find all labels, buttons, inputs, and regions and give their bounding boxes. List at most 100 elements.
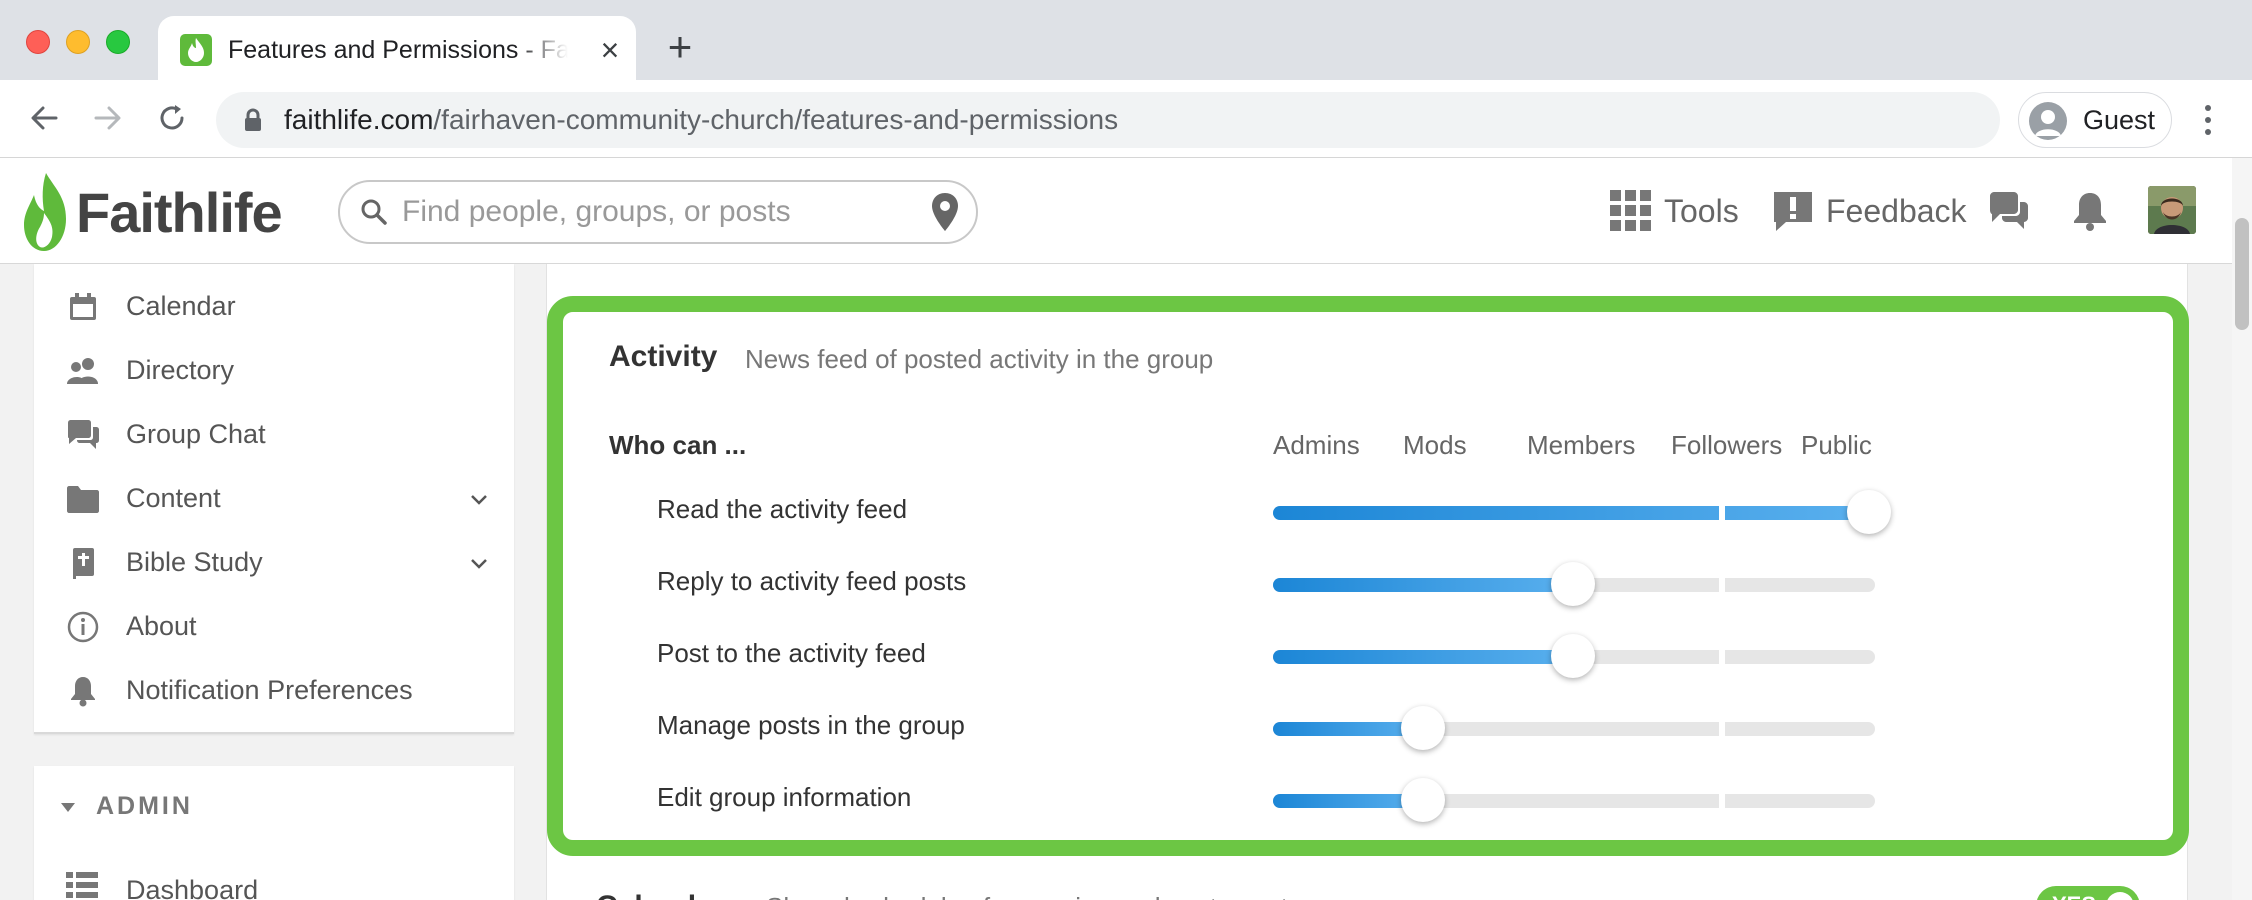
column-header-members: Members (1527, 430, 1636, 460)
profile-button[interactable]: Guest (2018, 92, 2172, 148)
permission-label: Post to the activity feed (657, 638, 926, 668)
window-minimize-button[interactable] (66, 30, 90, 54)
column-header-mods: Mods (1403, 430, 1467, 460)
slider-knob[interactable] (1551, 634, 1595, 678)
sidebar-item-content[interactable]: Content (34, 466, 514, 530)
sidebar-item-about[interactable]: About (34, 594, 514, 658)
group-sidebar: Calendar Directory Group Chat Content Bi… (34, 264, 514, 734)
profile-label: Guest (2083, 105, 2156, 135)
sidebar-item-label: Group Chat (126, 419, 266, 449)
permission-slider[interactable] (1273, 490, 1891, 534)
slider-knob[interactable] (1551, 562, 1595, 606)
admin-heading: ADMIN (96, 792, 193, 820)
grid-icon (1610, 190, 1651, 231)
slider-knob[interactable] (1401, 778, 1445, 822)
chevron-down-icon[interactable] (468, 486, 490, 517)
slider-track-public[interactable] (1725, 578, 1875, 592)
site-header: Faithlife Tools Feedback (0, 158, 2252, 264)
slider-track-public[interactable] (1725, 650, 1875, 664)
bible-icon (66, 546, 100, 580)
slider-fill (1273, 506, 1871, 520)
url-path: /fairhaven-community-church/features-and… (433, 104, 1119, 135)
slider-divider (1719, 506, 1725, 520)
sidebar-item-label: Bible Study (126, 547, 263, 577)
reload-icon[interactable] (150, 96, 194, 140)
window-close-button[interactable] (26, 30, 50, 54)
forward-arrow-icon[interactable] (86, 96, 130, 140)
sidebar-item-label: Dashboard (126, 875, 259, 900)
calendar-feature-toggle[interactable]: YES (2036, 886, 2140, 900)
permission-label: Edit group information (657, 782, 912, 812)
logo-text: Faithlife (76, 180, 283, 244)
sidebar-item-label: Notification Preferences (126, 675, 413, 705)
permission-slider[interactable] (1273, 706, 1875, 750)
column-header-public: Public (1801, 430, 1872, 460)
info-icon (66, 610, 100, 644)
section-title: Activity (609, 340, 718, 373)
slider-track-public[interactable] (1725, 722, 1875, 736)
who-can-heading: Who can ... (609, 430, 747, 460)
slider-fill (1273, 578, 1575, 592)
people-icon (66, 354, 100, 388)
sidebar-item-calendar[interactable]: Calendar (34, 274, 514, 338)
faithlife-logo[interactable]: Faithlife (22, 170, 283, 254)
search-box[interactable] (338, 180, 978, 244)
permission-slider[interactable] (1273, 562, 1875, 606)
slider-fill (1273, 650, 1575, 664)
sidebar-item-group-chat[interactable]: Group Chat (34, 402, 514, 466)
plus-icon[interactable]: + (660, 26, 700, 68)
next-section-title: Calendar (596, 890, 724, 900)
slider-track-public[interactable] (1725, 794, 1875, 808)
tab-title: Features and Permissions - Faithlife (228, 36, 568, 64)
location-pin-icon[interactable] (930, 192, 960, 237)
slider-knob[interactable] (1847, 490, 1891, 534)
sidebar-item-bible-study[interactable]: Bible Study (34, 530, 514, 594)
kebab-menu-icon[interactable] (2196, 98, 2220, 142)
messages-button[interactable] (1988, 158, 2030, 264)
scrollbar-thumb[interactable] (2235, 218, 2249, 330)
feedback-label: Feedback (1826, 192, 1967, 229)
browser-tab[interactable]: Features and Permissions - Faithlife × (158, 16, 636, 80)
flame-logo-icon (24, 173, 66, 251)
column-header-admins: Admins (1273, 430, 1360, 460)
chat-icon (66, 418, 100, 452)
sidebar-item-dashboard[interactable]: Dashboard (34, 858, 514, 900)
sidebar-item-notification-preferences[interactable]: Notification Preferences (34, 658, 514, 722)
browser-toolbar: faithlife.com/fairhaven-community-church… (0, 80, 2252, 158)
window-zoom-button[interactable] (106, 30, 130, 54)
notifications-button[interactable] (2072, 158, 2108, 264)
page-scrollbar[interactable] (2232, 158, 2252, 900)
permission-slider[interactable] (1273, 634, 1875, 678)
permission-label: Manage posts in the group (657, 710, 965, 740)
close-icon[interactable]: × (590, 30, 630, 70)
section-description: News feed of posted activity in the grou… (745, 344, 1214, 374)
feedback-icon (1774, 192, 1812, 231)
permission-slider[interactable] (1273, 778, 1875, 822)
dashboard-icon (66, 870, 98, 900)
url-domain: faithlife.com (284, 104, 434, 135)
search-icon (360, 198, 388, 231)
admin-panel: ADMIN Dashboard (34, 766, 514, 900)
chevron-down-icon[interactable] (468, 550, 490, 581)
admin-toggle[interactable]: ADMIN (60, 792, 193, 821)
sidebar-item-directory[interactable]: Directory (34, 338, 514, 402)
folder-icon (66, 482, 100, 516)
lock-icon (244, 108, 262, 137)
user-avatar[interactable] (2148, 186, 2196, 234)
column-header-followers: Followers (1671, 430, 1783, 460)
permission-label: Reply to activity feed posts (657, 566, 967, 596)
back-arrow-icon[interactable] (22, 96, 66, 140)
address-bar[interactable]: faithlife.com/fairhaven-community-church… (216, 92, 2000, 148)
slider-knob[interactable] (1401, 706, 1445, 750)
feedback-button[interactable]: Feedback (1772, 158, 1967, 264)
toggle-knob (2106, 892, 2134, 900)
activity-permissions-section: Activity News feed of posted activity in… (547, 296, 2189, 856)
next-section-description: Shared schedule of upcoming and past eve… (766, 892, 1301, 900)
permission-label: Read the activity feed (657, 494, 908, 524)
search-input[interactable] (402, 190, 902, 234)
tools-label: Tools (1664, 192, 1739, 229)
tools-button[interactable]: Tools (1610, 158, 1739, 264)
url-text: faithlife.com/fairhaven-community-church… (284, 92, 1118, 148)
triangle-down-icon (61, 802, 75, 812)
profile-icon (2029, 102, 2067, 140)
